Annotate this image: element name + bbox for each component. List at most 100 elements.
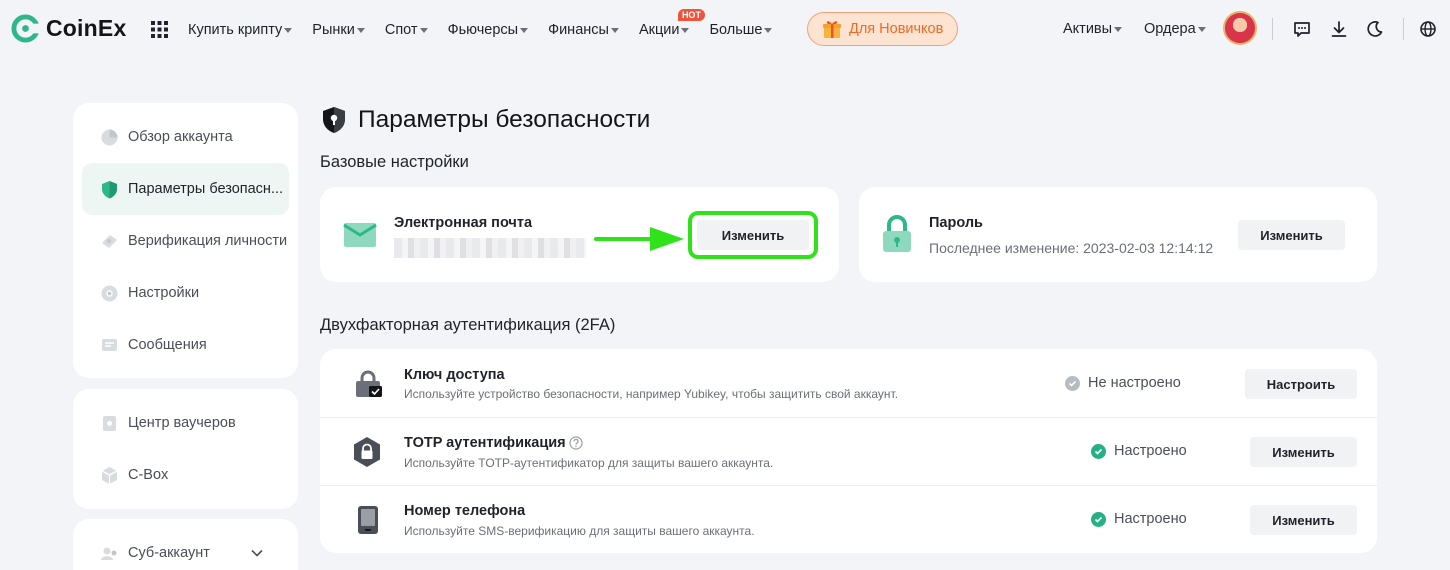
caret-down-icon — [520, 28, 529, 33]
arrow-annotation-icon — [594, 227, 684, 251]
sidebar-item-sub-account[interactable]: Суб-аккаунт — [82, 527, 289, 570]
sidebar-item-label: Верификация личности — [128, 233, 288, 249]
sidebar-item-label: Настройки — [128, 285, 200, 301]
twofa-row-title: Номер телефона — [404, 503, 526, 519]
caret-down-icon — [1197, 27, 1206, 32]
sidebar-item-identity-verification[interactable]: Верификация личности — [82, 215, 289, 267]
id-card-icon — [102, 234, 117, 248]
envelope-icon — [343, 223, 377, 247]
sidebar-item-messages[interactable]: Сообщения — [82, 319, 289, 371]
status-text: Не настроено — [1088, 375, 1181, 391]
nav-label: Рынки — [312, 22, 355, 38]
shield-icon — [102, 180, 117, 198]
twofa-row-status: Настроено — [1091, 443, 1187, 459]
twofa-row-desc: Используйте устройство безопасности, нап… — [404, 387, 899, 401]
nav-promotions[interactable]: Акции HOT — [638, 9, 705, 38]
shield-lock-icon — [323, 107, 345, 133]
twofa-title: Двухфакторная аутентификация (2FA) — [320, 316, 616, 334]
sidebar-item-label: Сообщения — [128, 337, 207, 353]
change-phone-button[interactable]: Изменить — [1250, 505, 1357, 535]
dark-mode-moon-icon[interactable] — [1365, 19, 1385, 39]
setup-passkey-button[interactable]: Настроить — [1245, 369, 1357, 399]
sub-account-icon — [101, 547, 117, 560]
twofa-row-title: TOTP аутентификация — [404, 435, 566, 451]
nav-assets[interactable]: Активы — [1063, 21, 1123, 37]
caret-down-icon — [1114, 27, 1123, 32]
sidebar-account-menu: Обзор аккаунта Параметры безопасн... Вер… — [73, 103, 298, 378]
email-value-masked — [394, 238, 586, 258]
row-divider — [320, 485, 1377, 486]
basic-settings-title: Базовые настройки — [320, 153, 469, 171]
globe-language-icon[interactable] — [1418, 19, 1438, 39]
caret-down-icon — [356, 28, 365, 33]
newbie-label: Для Новичков — [849, 21, 944, 37]
sidebar-rewards-menu: Центр ваучеров C-Box — [73, 389, 298, 509]
divider — [1403, 18, 1404, 40]
sidebar-item-label: Центр ваучеров — [128, 415, 236, 431]
page-title: Параметры безопасности — [358, 106, 651, 133]
nav-label: Активы — [1063, 21, 1113, 37]
user-avatar[interactable] — [1223, 11, 1257, 45]
coinex-logo-icon — [11, 14, 40, 43]
sidebar-subaccount-menu: Суб-аккаунт — [73, 519, 298, 570]
sidebar-item-voucher-center[interactable]: Центр ваучеров — [82, 397, 289, 449]
twofa-row-desc: Используйте TOTP-аутентификатор для защи… — [404, 456, 774, 470]
chat-icon[interactable] — [1292, 19, 1312, 39]
password-label: Пароль — [929, 215, 983, 231]
nav-label: Купить крипту — [188, 22, 283, 38]
nav-label: Ордера — [1144, 21, 1196, 37]
chevron-down-icon[interactable] — [251, 549, 263, 557]
nav-futures[interactable]: Фьючерсы — [448, 22, 529, 38]
change-totp-button[interactable]: Изменить — [1250, 437, 1357, 467]
nav-spot[interactable]: Спот — [385, 22, 428, 38]
nav-finance[interactable]: Финансы — [548, 22, 619, 38]
lock-icon — [883, 215, 911, 252]
nav-more[interactable]: Больше — [709, 22, 773, 38]
passkey-lock-icon — [356, 370, 382, 397]
sidebar-item-settings[interactable]: Настройки — [82, 267, 289, 319]
password-last-change: Последнее изменение: 2023-02-03 12:14:12 — [929, 240, 1214, 256]
nav-orders[interactable]: Ордера — [1144, 21, 1206, 37]
hot-badge: HOT — [677, 9, 705, 21]
change-password-button[interactable]: Изменить — [1238, 220, 1345, 250]
nav-label: Фьючерсы — [447, 22, 519, 38]
sidebar-item-label: Обзор аккаунта — [128, 129, 233, 145]
divider — [1272, 18, 1273, 40]
message-icon — [102, 338, 117, 351]
check-circle-icon — [1091, 443, 1106, 459]
download-icon[interactable] — [1329, 19, 1349, 39]
sidebar-item-account-overview[interactable]: Обзор аккаунта — [82, 111, 289, 163]
sidebar-item-security[interactable]: Параметры безопасн... — [82, 163, 289, 215]
status-text: Настроено — [1114, 443, 1187, 459]
box-icon — [101, 466, 118, 484]
row-divider — [320, 417, 1377, 418]
gear-icon — [101, 285, 118, 301]
sidebar-item-label: Суб-аккаунт — [128, 545, 210, 561]
page-header: Параметры безопасности — [320, 105, 650, 135]
caret-down-icon — [681, 28, 690, 33]
apps-grid-icon[interactable] — [151, 21, 168, 38]
coinex-logo[interactable]: CoinEx — [11, 14, 126, 43]
help-question-icon[interactable] — [569, 436, 583, 450]
top-navbar: CoinEx Купить крипту Рынки Спот Фьючерсы… — [0, 0, 1450, 60]
change-email-button[interactable]: Изменить — [697, 220, 809, 250]
nav-markets[interactable]: Рынки — [312, 22, 365, 38]
nav-label: Акции — [638, 22, 680, 38]
twofa-row-title: Ключ доступа — [404, 367, 505, 383]
email-label: Электронная почта — [394, 215, 533, 231]
check-circle-icon — [1091, 511, 1106, 527]
pie-chart-icon — [101, 129, 118, 145]
status-text: Настроено — [1114, 511, 1187, 527]
gift-icon — [823, 21, 841, 38]
nav-buy-crypto[interactable]: Купить крипту — [188, 22, 293, 38]
nav-label: Спот — [384, 22, 418, 38]
caret-down-icon — [419, 28, 428, 33]
sidebar-item-label: Параметры безопасн... — [128, 181, 284, 197]
voucher-icon — [103, 415, 116, 431]
sidebar-item-c-box[interactable]: C-Box — [82, 449, 289, 501]
newbie-button[interactable]: Для Новичков — [807, 12, 958, 46]
caret-down-icon — [610, 28, 619, 33]
nav-label: Больше — [709, 22, 763, 38]
main-menu: Купить крипту Рынки Спот Фьючерсы Финанс… — [188, 0, 792, 60]
sidebar-item-label: C-Box — [128, 467, 169, 483]
